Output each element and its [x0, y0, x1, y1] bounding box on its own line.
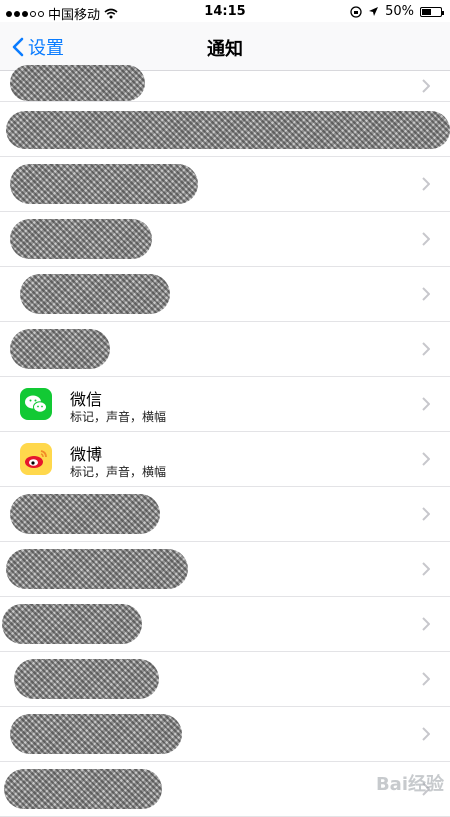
list-item[interactable]	[0, 487, 450, 542]
chevron-right-icon	[422, 397, 430, 411]
chevron-right-icon	[422, 79, 430, 93]
wechat-icon	[20, 388, 52, 420]
list-item[interactable]	[0, 597, 450, 652]
rotation-lock-icon	[350, 5, 362, 18]
redacted-app-row	[20, 274, 170, 314]
chevron-right-icon	[422, 727, 430, 741]
redacted-app-row	[10, 164, 198, 204]
status-bar: 中国移动 14:15 50%	[0, 0, 450, 23]
weibo-icon	[20, 443, 52, 475]
list-item[interactable]	[0, 542, 450, 597]
chevron-right-icon	[422, 672, 430, 686]
list-item[interactable]	[0, 652, 450, 707]
status-right: 50%	[350, 4, 444, 19]
chevron-right-icon	[422, 452, 430, 466]
redacted-app-row	[2, 604, 142, 644]
list-item[interactable]	[0, 322, 450, 377]
navigation-bar: 设置 通知	[0, 22, 450, 71]
notification-app-list: 微信 标记，声音，横幅 微博 标记，声音，横幅	[0, 65, 450, 817]
list-item[interactable]	[0, 707, 450, 762]
page-title: 通知	[207, 39, 243, 60]
list-item-weibo[interactable]: 微博 标记，声音，横幅	[0, 432, 450, 487]
list-item[interactable]	[0, 212, 450, 267]
app-notification-summary: 标记，声音，横幅	[70, 410, 167, 424]
redacted-app-row	[10, 219, 152, 259]
list-item[interactable]	[0, 102, 450, 157]
redacted-app-row	[10, 494, 160, 534]
redacted-app-row	[6, 549, 188, 589]
list-item-wechat[interactable]: 微信 标记，声音，横幅	[0, 377, 450, 432]
redacted-app-row	[6, 111, 450, 149]
battery-percent: 50%	[385, 4, 414, 19]
baidu-jingyan-watermark: Bai经验	[375, 774, 444, 795]
battery-icon	[420, 6, 444, 17]
app-name: 微博	[70, 445, 103, 464]
location-icon	[369, 7, 379, 16]
app-name: 微信	[70, 390, 103, 409]
chevron-right-icon	[422, 177, 430, 191]
list-item[interactable]	[0, 65, 450, 102]
app-notification-summary: 标记，声音，横幅	[70, 465, 167, 479]
redacted-app-row	[10, 714, 182, 754]
battery-level	[422, 8, 431, 15]
chevron-right-icon	[422, 232, 430, 246]
chevron-right-icon	[422, 287, 430, 301]
list-item[interactable]	[0, 157, 450, 212]
chevron-right-icon	[422, 617, 430, 631]
chevron-right-icon	[422, 507, 430, 521]
redacted-app-row	[10, 329, 110, 369]
redacted-app-row	[14, 659, 159, 699]
redacted-app-row	[4, 769, 162, 809]
chevron-right-icon	[422, 562, 430, 576]
redacted-app-row	[10, 65, 145, 101]
chevron-right-icon	[422, 342, 430, 356]
list-item[interactable]	[0, 267, 450, 322]
